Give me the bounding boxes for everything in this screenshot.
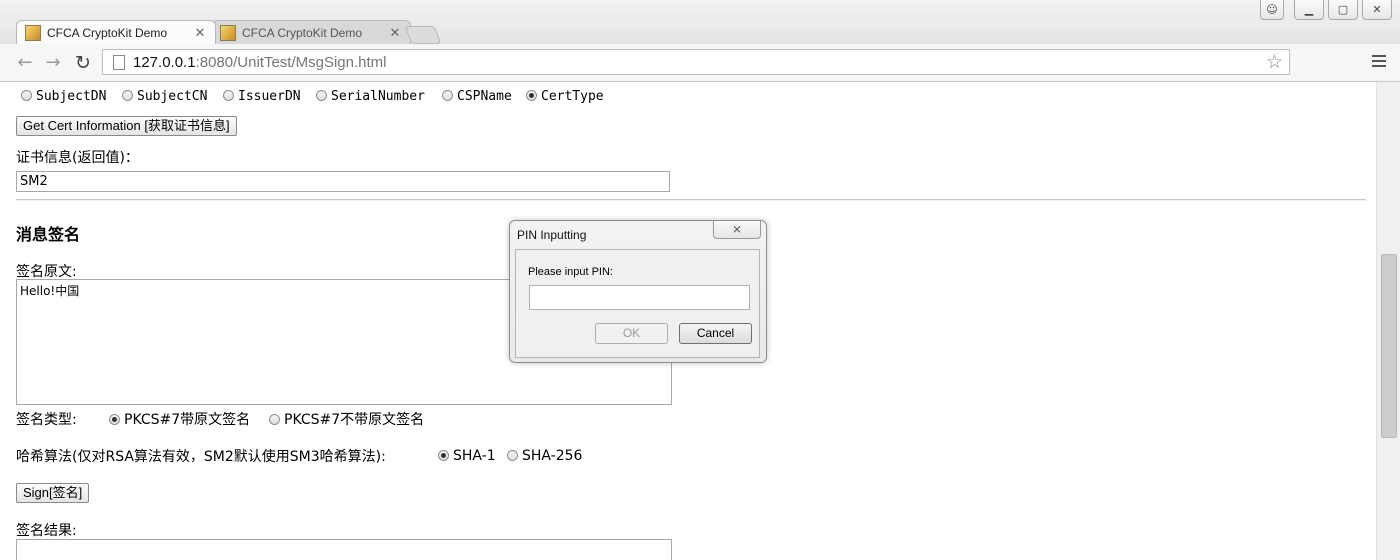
page-icon [113,54,125,70]
forward-arrow-icon[interactable]: → [42,52,64,74]
close-icon[interactable]: ✕ [193,25,207,41]
radio-subjectdn[interactable]: SubjectDN [21,89,122,104]
radio-sha1[interactable]: SHA-1 [438,448,507,464]
radio-button[interactable] [526,90,537,101]
vertical-scrollbar[interactable] [1376,82,1400,560]
radio-pkcs7-attached[interactable]: PKCS#7带原文签名 [109,409,269,429]
minimize-icon[interactable]: ▁ [1294,0,1324,20]
tab-title: CFCA CryptoKit Demo [47,25,168,40]
cert-info-result-field[interactable]: SM2 [16,171,670,192]
url-text: 127.0.0.1:8080/UnitTest/MsgSign.html [133,53,387,71]
new-tab-button[interactable] [404,26,442,44]
dialog-title: PIN Inputting [517,228,587,242]
browser-toolbar: ← → ↻ 127.0.0.1:8080/UnitTest/MsgSign.ht… [0,44,1400,82]
close-icon[interactable]: ✕ [388,25,402,41]
radio-cspname[interactable]: CSPName [442,89,526,104]
profile-icon[interactable]: ☺ [1260,0,1284,20]
radio-pkcs7-detached[interactable]: PKCS#7不带原文签名 [269,409,424,429]
hash-algorithm-label: 哈希算法(仅对RSA算法有效，SM2默认使用SM3哈希算法): [16,449,386,465]
window-controls: ☺ ▁ ▢ ✕ [1260,0,1392,20]
message-sign-heading: 消息签名 [16,225,81,244]
section-divider [16,199,1366,201]
cert-info-result-label: 证书信息(返回值)： [16,150,139,166]
reload-icon[interactable]: ↻ [72,52,94,74]
radio-button[interactable] [507,450,518,461]
close-icon[interactable]: ⨯ [713,221,761,239]
hamburger-menu-icon[interactable] [1372,55,1386,69]
radio-serialnumber[interactable]: SerialNumber [316,89,442,104]
close-window-icon[interactable]: ✕ [1362,0,1392,20]
dialog-body: Please input PIN: OK Cancel [515,249,760,358]
sign-result-label: 签名结果: [16,523,77,539]
sign-type-label: 签名类型: [16,412,77,428]
radio-button[interactable] [122,90,133,101]
maximize-icon[interactable]: ▢ [1328,0,1358,20]
radio-button[interactable] [316,90,327,101]
sign-result-textarea[interactable] [16,539,672,560]
hash-algorithm-row: 哈希算法(仅对RSA算法有效，SM2默认使用SM3哈希算法): SHA-1 SH… [16,446,582,466]
radio-subjectcn[interactable]: SubjectCN [122,89,223,104]
page-favicon-icon [25,24,41,41]
radio-button[interactable] [223,90,234,101]
tab-cfca-demo-2[interactable]: CFCA CryptoKit Demo ✕ [211,20,411,44]
radio-button[interactable] [438,450,449,461]
pin-input[interactable] [529,285,750,310]
star-icon[interactable]: ☆ [1266,50,1283,74]
cert-info-options: SubjectDN SubjectCN IssuerDN SerialNumbe… [21,89,616,104]
tab-title: CFCA CryptoKit Demo [242,25,363,40]
tab-cfca-demo-1[interactable]: CFCA CryptoKit Demo ✕ [16,20,216,44]
radio-sha256[interactable]: SHA-256 [507,448,582,464]
radio-issuerdn[interactable]: IssuerDN [223,89,316,104]
sign-type-row: 签名类型: PKCS#7带原文签名 PKCS#7不带原文签名 [16,409,424,429]
window-titlebar: CFCA CryptoKit Demo ✕ CFCA CryptoKit Dem… [0,0,1400,44]
radio-button[interactable] [269,414,280,425]
pin-input-dialog: PIN Inputting ⨯ Please input PIN: OK Can… [509,220,767,363]
radio-button[interactable] [109,414,120,425]
cancel-button[interactable]: Cancel [679,323,752,344]
radio-button[interactable] [442,90,453,101]
back-arrow-icon[interactable]: ← [14,52,36,74]
radio-button[interactable] [21,90,32,101]
sign-source-label: 签名原文: [16,264,77,280]
pin-prompt-label: Please input PIN: [528,266,613,278]
radio-certtype[interactable]: CertType [526,89,616,104]
get-cert-info-button[interactable]: Get Cert Information [获取证书信息] [16,116,237,136]
scrollbar-thumb[interactable] [1381,254,1397,438]
ok-button[interactable]: OK [595,323,668,344]
page-favicon-icon [220,24,236,41]
address-bar[interactable]: 127.0.0.1:8080/UnitTest/MsgSign.html ☆ [102,49,1290,75]
sign-button[interactable]: Sign[签名] [16,483,90,503]
